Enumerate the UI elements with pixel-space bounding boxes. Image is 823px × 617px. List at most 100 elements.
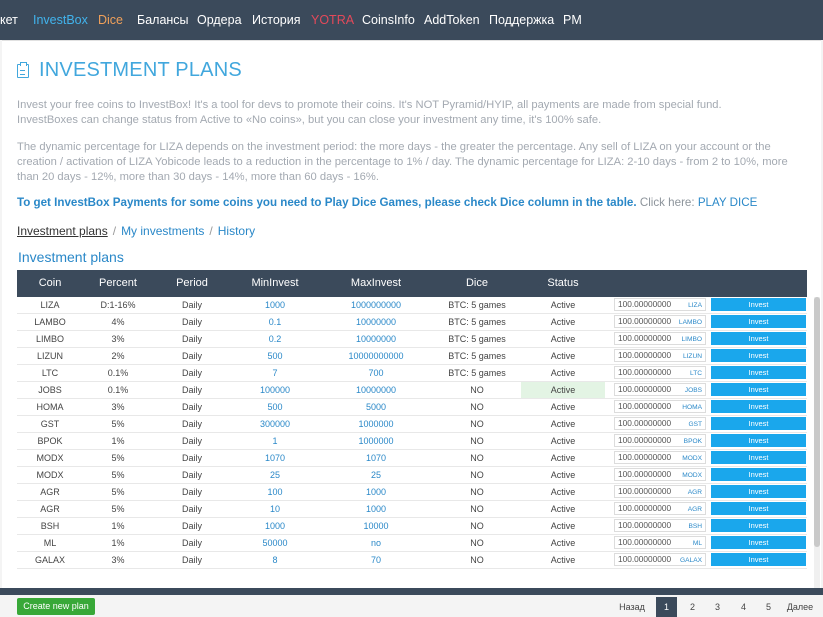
invest-button[interactable]: Invest — [711, 468, 806, 481]
amount-input[interactable]: 100.00000000 LTC — [614, 366, 706, 379]
breadcrumb-investment-plans[interactable]: Investment plans — [17, 224, 108, 238]
cell-maxinvest[interactable]: 1000000 — [319, 433, 433, 449]
cell-maxinvest[interactable]: 10000000000 — [319, 348, 433, 364]
amount-input[interactable]: 100.00000000 LAMBO — [614, 315, 706, 328]
cell-status: Active — [521, 382, 605, 398]
cell-status: Active — [550, 300, 576, 310]
amount-value: 100.00000000 — [618, 350, 672, 360]
nav-item-history[interactable]: История — [252, 0, 300, 40]
nav-item-investbox[interactable]: InvestBox — [33, 0, 88, 40]
cell-mininvest[interactable]: 7 — [231, 365, 319, 381]
invest-button[interactable]: Invest — [711, 349, 806, 362]
cell-mininvest[interactable]: 1070 — [231, 450, 319, 466]
invest-button[interactable]: Invest — [711, 400, 806, 413]
nav-item-coinsinfo[interactable]: CoinsInfo — [362, 0, 415, 40]
cell-maxinvest[interactable]: 700 — [319, 365, 433, 381]
amount-input[interactable]: 100.00000000 GALAX — [614, 553, 706, 566]
amount-input[interactable]: 100.00000000 BSH — [614, 519, 706, 532]
nav-item-pm[interactable]: PM — [563, 0, 582, 40]
amount-input[interactable]: 100.00000000 AGR — [614, 485, 706, 498]
invest-button[interactable]: Invest — [711, 502, 806, 515]
cell-maxinvest[interactable]: 10000000 — [319, 382, 433, 398]
amount-input[interactable]: 100.00000000 ML — [614, 536, 706, 549]
invest-button[interactable]: Invest — [711, 485, 806, 498]
breadcrumb-my-investments[interactable]: My investments — [121, 224, 204, 238]
amount-input[interactable]: 100.00000000 LIZA — [614, 298, 706, 311]
cell-maxinvest[interactable]: 25 — [319, 467, 433, 483]
play-dice-link[interactable]: PLAY DICE — [698, 196, 758, 209]
scrollbar-thumb[interactable] — [814, 297, 820, 547]
cell-mininvest[interactable]: 1000 — [231, 518, 319, 534]
cell-maxinvest[interactable]: 10000000 — [319, 331, 433, 347]
amount-input[interactable]: 100.00000000 BPOK — [614, 434, 706, 447]
cell-coin: GST — [40, 419, 60, 429]
cell-mininvest[interactable]: 1000 — [231, 297, 319, 313]
amount-input[interactable]: 100.00000000 AGR — [614, 502, 706, 515]
pagination-page-2[interactable]: 2 — [682, 597, 703, 617]
pagination-prev[interactable]: Назад — [614, 597, 650, 617]
invest-button[interactable]: Invest — [711, 298, 806, 311]
cell-dice: NO — [470, 419, 484, 429]
invest-button[interactable]: Invest — [711, 366, 806, 379]
nav-item-market[interactable]: кет — [0, 0, 18, 40]
cell-coin: LIZA — [40, 300, 60, 310]
cell-maxinvest[interactable]: 5000 — [319, 399, 433, 415]
cell-percent: 5% — [111, 419, 125, 429]
cell-mininvest[interactable]: 10 — [231, 501, 319, 517]
cell-maxinvest[interactable]: no — [319, 535, 433, 551]
cell-mininvest[interactable]: 50000 — [231, 535, 319, 551]
amount-input[interactable]: 100.00000000 MODX — [614, 451, 706, 464]
pagination-next[interactable]: Далее — [784, 597, 816, 617]
amount-input[interactable]: 100.00000000 MODX — [614, 468, 706, 481]
cell-mininvest[interactable]: 300000 — [231, 416, 319, 432]
cell-maxinvest[interactable]: 1000000000 — [319, 297, 433, 313]
pagination-page-3[interactable]: 3 — [707, 597, 728, 617]
cell-mininvest[interactable]: 500 — [231, 399, 319, 415]
amount-input[interactable]: 100.00000000 HOMA — [614, 400, 706, 413]
invest-button[interactable]: Invest — [711, 315, 806, 328]
cell-maxinvest[interactable]: 1070 — [319, 450, 433, 466]
nav-item-orders[interactable]: Ордера — [197, 0, 242, 40]
cell-mininvest[interactable]: 1 — [231, 433, 319, 449]
nav-item-support[interactable]: Поддержка — [489, 0, 554, 40]
invest-button[interactable]: Invest — [711, 434, 806, 447]
cell-maxinvest[interactable]: 70 — [319, 552, 433, 568]
cell-status: Active — [550, 402, 576, 412]
table-row: LIZUN 2% Daily 500 10000000000 BTC: 5 games Ac… — [17, 348, 807, 365]
invest-button[interactable]: Invest — [711, 519, 806, 532]
pagination-page-1[interactable]: 1 — [656, 597, 677, 617]
invest-button[interactable]: Invest — [711, 451, 806, 464]
invest-button[interactable]: Invest — [711, 383, 806, 396]
cell-maxinvest[interactable]: 10000 — [319, 518, 433, 534]
cell-maxinvest[interactable]: 1000 — [319, 484, 433, 500]
amount-input[interactable]: 100.00000000 JOBS — [614, 383, 706, 396]
amount-currency: GALAX — [680, 557, 702, 564]
invest-button[interactable]: Invest — [711, 332, 806, 345]
amount-value: 100.00000000 — [618, 299, 672, 309]
cell-mininvest[interactable]: 8 — [231, 552, 319, 568]
pagination-page-4[interactable]: 4 — [733, 597, 754, 617]
invest-button[interactable]: Invest — [711, 536, 806, 549]
cell-mininvest[interactable]: 25 — [231, 467, 319, 483]
cell-maxinvest[interactable]: 1000 — [319, 501, 433, 517]
nav-item-yotra[interactable]: YOTRA — [311, 0, 354, 40]
amount-input[interactable]: 100.00000000 GST — [614, 417, 706, 430]
cell-mininvest[interactable]: 0.1 — [231, 314, 319, 330]
nav-item-addtoken[interactable]: AddToken — [424, 0, 480, 40]
nav-item-balances[interactable]: Балансы — [137, 0, 189, 40]
create-new-plan-button[interactable]: Create new plan — [17, 598, 95, 615]
pagination-page-5[interactable]: 5 — [758, 597, 779, 617]
invest-button[interactable]: Invest — [711, 553, 806, 566]
cell-maxinvest[interactable]: 10000000 — [319, 314, 433, 330]
cell-coin: MODX — [36, 453, 64, 463]
cell-mininvest[interactable]: 100000 — [231, 382, 319, 398]
breadcrumb-history[interactable]: History — [218, 224, 255, 238]
cell-mininvest[interactable]: 100 — [231, 484, 319, 500]
cell-mininvest[interactable]: 0.2 — [231, 331, 319, 347]
invest-button[interactable]: Invest — [711, 417, 806, 430]
amount-input[interactable]: 100.00000000 LIZUN — [614, 349, 706, 362]
cell-maxinvest[interactable]: 1000000 — [319, 416, 433, 432]
nav-item-dice[interactable]: Dice — [98, 0, 123, 40]
amount-input[interactable]: 100.00000000 LIMBO — [614, 332, 706, 345]
cell-mininvest[interactable]: 500 — [231, 348, 319, 364]
